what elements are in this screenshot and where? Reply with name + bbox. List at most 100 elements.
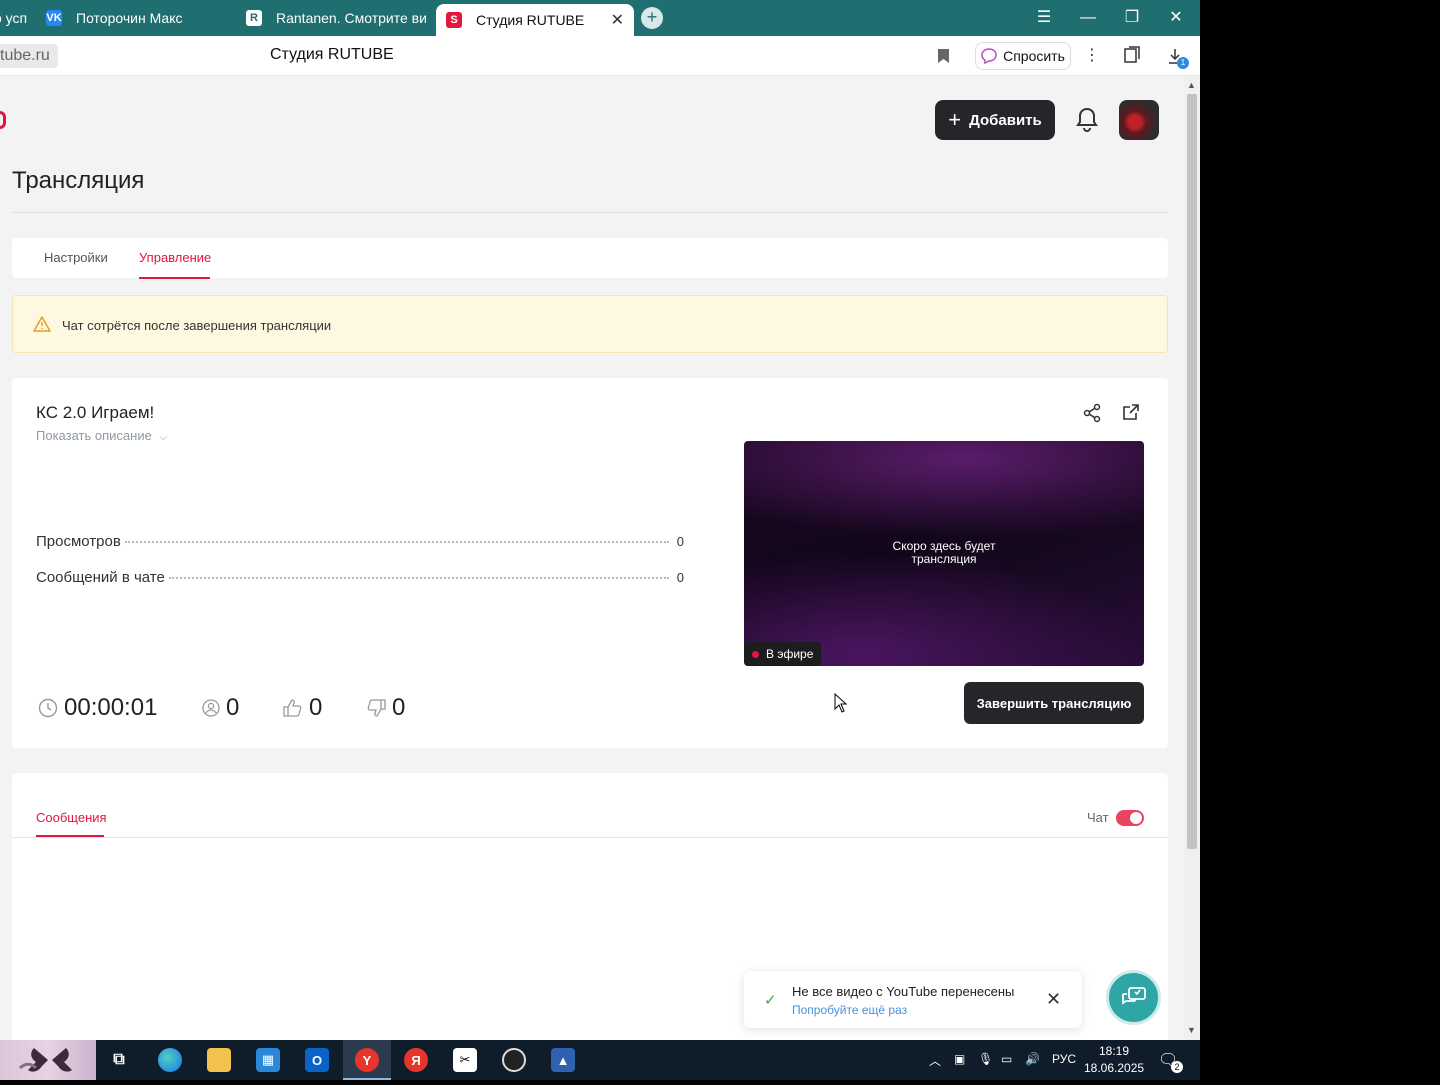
chevron-down-icon: ⌵: [159, 432, 168, 443]
collections-icon[interactable]: [1123, 46, 1141, 64]
show-description-label: Показать описание: [36, 428, 152, 443]
scroll-up-icon[interactable]: ▲: [1187, 80, 1196, 90]
tab-label: Студия RUTUBE: [476, 12, 585, 28]
duration-value: 00:00:01: [64, 694, 158, 721]
edge-icon[interactable]: [158, 1048, 182, 1072]
scroll-down-icon[interactable]: ▼: [1187, 1025, 1196, 1035]
video-player[interactable]: Скоро здесь будет трансляция В эфире: [744, 441, 1144, 666]
dislikes-metric: 0: [366, 694, 405, 722]
language-indicator[interactable]: РУС: [1052, 1052, 1076, 1066]
plus-icon: +: [948, 107, 962, 132]
tab-partial[interactable]: о усп: [0, 0, 34, 36]
microsoft-store-icon[interactable]: ▦: [256, 1048, 280, 1072]
tab-management[interactable]: Управление: [139, 250, 211, 265]
thumbs-down-icon: [367, 699, 386, 717]
divider: [12, 837, 1168, 838]
support-chat-button[interactable]: [1106, 970, 1161, 1025]
check-icon: ✓: [764, 992, 777, 1009]
rutube-logo[interactable]: [0, 111, 6, 129]
close-icon[interactable]: ✕: [1046, 990, 1061, 1008]
chat-toggle[interactable]: [1116, 810, 1144, 826]
yandex-browser-icon[interactable]: Y: [355, 1048, 379, 1072]
downloads-badge: 1: [1177, 57, 1189, 69]
bookmark-icon[interactable]: [937, 48, 950, 64]
end-stream-button[interactable]: Завершить трансляцию: [964, 682, 1144, 724]
notification-count: 2: [1171, 1061, 1183, 1073]
stat-label: Сообщений в чате: [36, 569, 165, 586]
scrollbar[interactable]: ▲ ▼: [1184, 77, 1200, 1040]
capcut-icon[interactable]: ✂: [453, 1048, 477, 1072]
duration-metric: 00:00:01: [38, 694, 157, 722]
chat-bubbles-icon: [1121, 986, 1146, 1005]
live-dot-icon: [752, 651, 759, 658]
menu-icon[interactable]: ☰: [1032, 6, 1056, 30]
address-bar: tube.ru Студия RUTUBE Спросить ⋮ 1: [0, 36, 1200, 76]
microphone-icon[interactable]: 🎙: [978, 1052, 993, 1066]
scroll-thumb[interactable]: [1187, 94, 1197, 849]
dotted-leader: [168, 577, 669, 579]
stat-views: Просмотров 0: [36, 533, 684, 550]
yandex-icon[interactable]: Я: [404, 1048, 428, 1072]
dotted-leader: [124, 541, 669, 543]
browser-window: о усп VK Поторочин Макс R Rantanen. Смот…: [0, 0, 1200, 1040]
stream-card: КС 2.0 Играем! Показать описание ⌵ Просм…: [12, 378, 1168, 748]
bell-icon[interactable]: [1074, 106, 1100, 134]
close-window-icon[interactable]: ✕: [1164, 6, 1188, 30]
file-explorer-icon[interactable]: [207, 1048, 231, 1072]
tab-studio[interactable]: S Студия RUTUBE ✕: [436, 4, 634, 36]
game-icon[interactable]: ▲: [551, 1048, 575, 1072]
retry-link[interactable]: Попробуйте ещё раз: [792, 1003, 907, 1017]
stream-title: КС 2.0 Играем!: [36, 403, 155, 422]
add-button[interactable]: + Добавить: [935, 100, 1055, 140]
network-icon[interactable]: ▭: [1001, 1052, 1012, 1066]
new-tab-button[interactable]: +: [641, 7, 663, 29]
tab-strip: о усп VK Поторочин Макс R Rantanen. Смот…: [0, 0, 1200, 36]
tab-messages[interactable]: Сообщения: [36, 810, 107, 825]
toggle-knob: [1130, 812, 1142, 824]
more-icon[interactable]: ⋮: [1084, 45, 1100, 65]
live-badge: В эфире: [744, 642, 822, 666]
obs-studio-icon[interactable]: [502, 1048, 526, 1072]
show-description-link[interactable]: Показать описание ⌵: [36, 428, 167, 443]
stat-value: 0: [676, 534, 684, 549]
chevron-up-icon[interactable]: ︿: [929, 1052, 941, 1069]
viewers-value: 0: [226, 694, 240, 721]
mouse-cursor-icon: [834, 693, 848, 713]
add-label: Добавить: [969, 111, 1042, 129]
studio-icon: S: [446, 12, 462, 28]
tab-rantanen[interactable]: R Rantanen. Смотрите виде: [246, 0, 426, 36]
tab-label: Поторочин Макс: [76, 10, 183, 26]
studio-page: + Добавить Трансляция Настройки Управлен…: [0, 77, 1184, 1040]
external-link-icon[interactable]: [1122, 403, 1140, 421]
tab-vk[interactable]: VK Поторочин Макс: [46, 0, 236, 36]
url-field[interactable]: tube.ru: [0, 44, 58, 68]
clock-date[interactable]: 18.06.2025: [1084, 1061, 1144, 1075]
close-tab-icon[interactable]: ✕: [611, 10, 624, 30]
live-label: В эфире: [766, 647, 814, 661]
task-view-icon[interactable]: ⧉: [107, 1048, 131, 1072]
tab-settings[interactable]: Настройки: [44, 250, 108, 265]
taskbar: ⧉ ▦ O Y Я ✂ ▲ ︿ ▣ 🎙 ▭ 🔊 РУС 18:19 18.06.…: [0, 1040, 1200, 1080]
page-title: Трансляция: [12, 167, 145, 194]
page-heading: Студия RUTUBE: [270, 46, 394, 63]
restore-icon[interactable]: ❐: [1120, 6, 1144, 30]
butterfly-icon: [18, 1048, 72, 1072]
desktop-peek: [0, 1040, 96, 1080]
warning-icon: [33, 316, 51, 332]
volume-icon[interactable]: 🔊: [1025, 1052, 1040, 1066]
viewers-metric: 0: [202, 694, 239, 722]
outlook-icon[interactable]: O: [305, 1048, 329, 1072]
stat-label: Просмотров: [36, 533, 121, 550]
meet-now-icon[interactable]: ▣: [954, 1052, 965, 1066]
player-text-line: трансляция: [911, 552, 977, 566]
clock-time[interactable]: 18:19: [1087, 1044, 1141, 1058]
likes-metric: 0: [283, 694, 322, 722]
share-icon[interactable]: [1082, 403, 1102, 423]
screen: о усп VK Поторочин Макс R Rantanen. Смот…: [0, 0, 1440, 1080]
minimize-icon[interactable]: —: [1076, 6, 1100, 30]
thumbs-up-icon: [283, 699, 302, 717]
ask-button[interactable]: Спросить: [975, 42, 1071, 70]
player-placeholder-text: Скоро здесь будет трансляция: [744, 540, 1144, 566]
avatar[interactable]: [1119, 100, 1159, 140]
vk-icon: VK: [46, 10, 62, 26]
